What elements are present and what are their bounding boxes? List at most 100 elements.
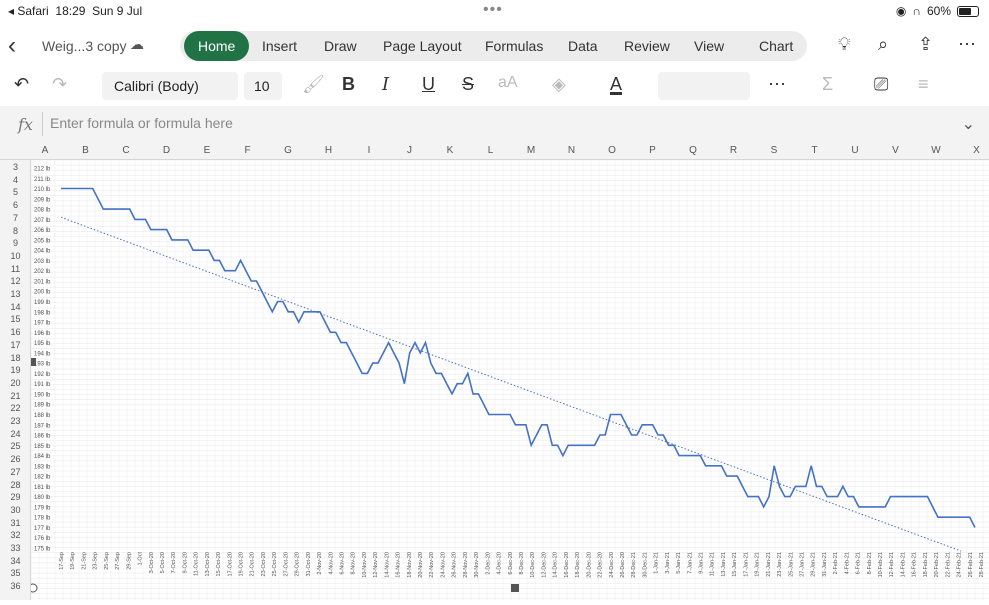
column-header-i[interactable]: I: [359, 145, 379, 156]
column-header-g[interactable]: G: [278, 145, 298, 156]
row-header-5[interactable]: 5: [0, 187, 31, 197]
column-header-a[interactable]: A: [35, 145, 55, 156]
tab-home[interactable]: Home: [184, 31, 250, 61]
row-header-11[interactable]: 11: [0, 264, 31, 274]
row-header-7[interactable]: 7: [0, 213, 31, 223]
row-header-31[interactable]: 31: [0, 518, 31, 528]
row-header-35[interactable]: 35: [0, 568, 31, 578]
row-header-9[interactable]: 9: [0, 238, 31, 248]
more-icon[interactable]: ⋯: [958, 34, 976, 55]
tab-insert[interactable]: Insert: [262, 38, 297, 54]
column-header-n[interactable]: N: [562, 145, 582, 156]
column-header-p[interactable]: P: [643, 145, 663, 156]
row-header-28[interactable]: 28: [0, 480, 31, 490]
row-header-16[interactable]: 16: [0, 327, 31, 337]
x-tick-label: 14-Dec-20: [553, 552, 559, 578]
row-header-4[interactable]: 4: [0, 175, 31, 185]
x-tick-label: 19-Jan-21: [755, 552, 761, 577]
row-header-36[interactable]: 36: [0, 581, 31, 591]
column-header-l[interactable]: L: [481, 145, 501, 156]
cloud-sync-icon[interactable]: ☁: [130, 36, 144, 53]
row-header-34[interactable]: 34: [0, 556, 31, 566]
share-icon[interactable]: ⇪: [918, 34, 933, 55]
row-header-32[interactable]: 32: [0, 530, 31, 540]
search-icon[interactable]: ⌕: [878, 34, 888, 55]
column-header-e[interactable]: E: [197, 145, 217, 156]
tab-data[interactable]: Data: [568, 38, 598, 54]
font-color-button[interactable]: A: [610, 74, 622, 95]
row-header-24[interactable]: 24: [0, 429, 31, 439]
column-header-v[interactable]: V: [886, 145, 906, 156]
multitask-dots-icon[interactable]: •••: [483, 1, 503, 19]
column-header-b[interactable]: B: [76, 145, 96, 156]
more-options-icon[interactable]: ⋯: [768, 74, 786, 95]
tab-draw[interactable]: Draw: [324, 38, 357, 54]
font-size-adjust-button[interactable]: aA: [498, 74, 518, 92]
tab-chart[interactable]: Chart: [759, 38, 793, 54]
chart-data-icon[interactable]: ⎚: [874, 74, 888, 95]
column-header-q[interactable]: Q: [683, 145, 703, 156]
file-name[interactable]: Weig...3 copy: [42, 38, 127, 54]
column-header-m[interactable]: M: [521, 145, 541, 156]
row-header-30[interactable]: 30: [0, 505, 31, 515]
italic-button[interactable]: I: [382, 74, 389, 95]
column-header-k[interactable]: K: [440, 145, 460, 156]
row-header-25[interactable]: 25: [0, 441, 31, 451]
row-header-6[interactable]: 6: [0, 200, 31, 210]
row-header-19[interactable]: 19: [0, 365, 31, 375]
sheet-grid[interactable]: 212 lb 211 lb 210 lb 209 lb 208 lb 207 lb 206 …: [28, 159, 989, 600]
row-header-27[interactable]: 27: [0, 467, 31, 477]
column-header-c[interactable]: C: [116, 145, 136, 156]
column-header-h[interactable]: H: [319, 145, 339, 156]
row-header-14[interactable]: 14: [0, 302, 31, 312]
row-header-8[interactable]: 8: [0, 226, 31, 236]
strikethrough-button[interactable]: S: [462, 74, 474, 95]
row-header-12[interactable]: 12: [0, 276, 31, 286]
undo-icon[interactable]: ↶: [14, 74, 29, 95]
number-format-box[interactable]: [658, 72, 750, 100]
row-header-17[interactable]: 17: [0, 340, 31, 350]
status-right: ◉ ∩ 60%: [896, 4, 979, 18]
lightbulb-icon[interactable]: 💡︎: [838, 34, 851, 55]
row-header-15[interactable]: 15: [0, 314, 31, 324]
redo-icon[interactable]: ↷: [52, 74, 67, 95]
column-header-s[interactable]: S: [764, 145, 784, 156]
formula-input[interactable]: Enter formula or formula here: [50, 115, 233, 131]
chevron-down-icon[interactable]: ⌄: [962, 114, 975, 134]
bold-button[interactable]: B: [342, 74, 355, 95]
row-header-22[interactable]: 22: [0, 403, 31, 413]
row-header-10[interactable]: 10: [0, 251, 31, 261]
row-header-18[interactable]: 18: [0, 353, 31, 363]
tab-page-layout[interactable]: Page Layout: [383, 38, 462, 54]
back-chevron-icon[interactable]: ‹: [8, 32, 16, 60]
font-size-box[interactable]: 10: [244, 72, 282, 100]
fill-color-icon[interactable]: ◈: [552, 74, 566, 95]
autosum-icon[interactable]: Σ: [822, 74, 833, 95]
column-header-f[interactable]: F: [238, 145, 258, 156]
row-header-26[interactable]: 26: [0, 454, 31, 464]
x-tick-label: 26-Feb-21: [968, 552, 974, 577]
weight-line-chart[interactable]: 212 lb 211 lb 210 lb 209 lb 208 lb 207 lb 206 …: [28, 159, 989, 600]
row-header-33[interactable]: 33: [0, 543, 31, 553]
row-header-13[interactable]: 13: [0, 289, 31, 299]
row-header-23[interactable]: 23: [0, 416, 31, 426]
column-header-r[interactable]: R: [724, 145, 744, 156]
tab-formulas[interactable]: Formulas: [485, 38, 543, 54]
column-header-j[interactable]: J: [400, 145, 420, 156]
column-header-d[interactable]: D: [157, 145, 177, 156]
font-name-box[interactable]: Calibri (Body): [102, 72, 238, 100]
row-header-21[interactable]: 21: [0, 391, 31, 401]
tab-review[interactable]: Review: [624, 38, 670, 54]
row-header-20[interactable]: 20: [0, 378, 31, 388]
row-header-29[interactable]: 29: [0, 492, 31, 502]
row-header-3[interactable]: 3: [0, 162, 31, 172]
column-header-u[interactable]: U: [845, 145, 865, 156]
column-header-w[interactable]: W: [926, 145, 946, 156]
column-header-x[interactable]: X: [967, 145, 987, 156]
underline-button[interactable]: U: [422, 74, 435, 95]
format-painter-icon[interactable]: 🖌︎: [302, 74, 325, 95]
filter-icon[interactable]: ≡: [918, 74, 929, 95]
tab-view[interactable]: View: [694, 38, 724, 54]
column-header-t[interactable]: T: [805, 145, 825, 156]
column-header-o[interactable]: O: [602, 145, 622, 156]
